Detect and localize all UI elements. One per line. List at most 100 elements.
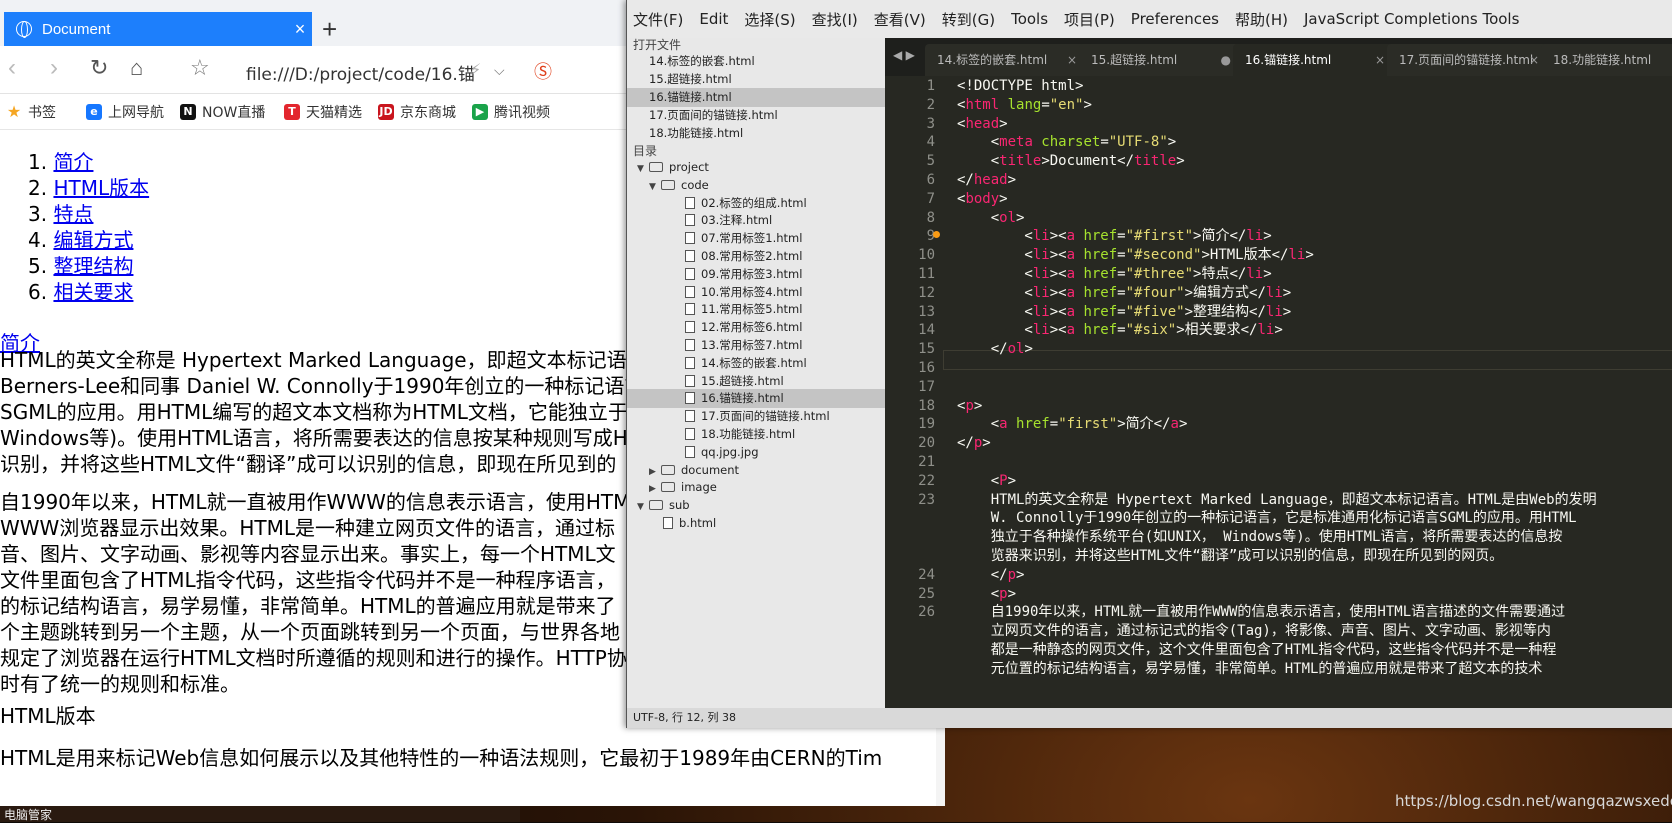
editor-tab[interactable]: 14.标签的嵌套.html × xyxy=(925,44,1087,76)
home-icon[interactable]: ⌂ xyxy=(130,55,143,81)
code-token: > xyxy=(982,435,991,452)
code-line: <meta charset="UTF-8"> xyxy=(957,132,1177,152)
close-tab-icon[interactable]: × xyxy=(1529,44,1539,76)
search-engine-icon[interactable]: Ⓢ xyxy=(534,58,552,84)
tree-item[interactable]: 08.常用标签2.html xyxy=(627,247,885,266)
tree-item[interactable]: ▼ sub xyxy=(627,496,885,515)
open-file-item[interactable]: 16.锚链接.html xyxy=(627,88,885,107)
folder-icon xyxy=(649,500,663,511)
menu-item[interactable]: 帮助(H) xyxy=(1235,9,1288,30)
editor-tab[interactable]: 15.超链接.html ● xyxy=(1079,44,1241,76)
code-token: charset xyxy=(1032,134,1101,151)
bookmark-icon: ★ xyxy=(6,102,22,121)
code-line: <li><a href="#five">整理结构</li> xyxy=(957,302,1291,322)
tree-item[interactable]: 09.常用标签3.html xyxy=(627,265,885,284)
menu-item[interactable]: Preferences xyxy=(1131,10,1219,28)
menu-item[interactable]: 查找(I) xyxy=(812,9,858,30)
code-token: 自1990年以来，HTML就一直被用作WWW的信息表示语言，使用HTML语言描述… xyxy=(957,604,1566,621)
toc-link[interactable]: 相关要求 xyxy=(53,280,133,304)
open-file-item[interactable]: 14.标签的嵌套.html xyxy=(627,52,885,71)
tree-item[interactable]: 07.常用标签1.html xyxy=(627,229,885,248)
tree-label: 14.标签的嵌套.html xyxy=(701,355,807,370)
bookmark-5[interactable]: ▶ 腾讯视频 xyxy=(472,102,550,122)
toc-item: 6. 相关要求 xyxy=(28,280,134,304)
editor-tab[interactable]: 16.锚链接.html × xyxy=(1233,44,1395,76)
code-token: = xyxy=(1117,303,1126,320)
tree-item[interactable]: qq.jpg.jpg xyxy=(627,443,885,462)
toc-link[interactable]: HTML版本 xyxy=(53,176,149,200)
tree-item[interactable]: 17.页面间的锚链接.html xyxy=(627,407,885,426)
menu-item[interactable]: 查看(V) xyxy=(874,9,926,30)
tree-item[interactable]: ▼ code xyxy=(627,176,885,195)
tree-label: code xyxy=(681,177,709,192)
tree-item[interactable]: ▶ image xyxy=(627,478,885,497)
menu-item[interactable]: 选择(S) xyxy=(744,9,795,30)
menu-item[interactable]: 转到(G) xyxy=(942,9,995,30)
code-token: "#five" xyxy=(1125,303,1185,320)
menu-item[interactable]: 文件(F) xyxy=(633,9,683,30)
tree-item[interactable]: ▼ project xyxy=(627,158,885,177)
lightning-icon[interactable]: ⚡ xyxy=(470,60,481,80)
menu-item[interactable]: JavaScript Completions Tools xyxy=(1304,10,1519,28)
menu-item[interactable]: Edit xyxy=(699,10,728,28)
tab-nav-arrows-icon[interactable]: ◀ ▶ xyxy=(893,48,915,62)
editor-tab-label: 17.页面间的锚链接.html xyxy=(1399,53,1534,67)
new-tab-button[interactable]: + xyxy=(322,14,337,45)
menu-item[interactable]: 项目(P) xyxy=(1064,9,1115,30)
bookmark-3[interactable]: T 天猫精选 xyxy=(284,102,362,122)
toc-link[interactable]: 编辑方式 xyxy=(53,228,133,252)
open-file-item[interactable]: 17.页面间的锚链接.html xyxy=(627,106,885,125)
tree-item[interactable]: 10.常用标签4.html xyxy=(627,283,885,302)
code-token: = xyxy=(1041,96,1050,113)
tree-item[interactable]: 12.常用标签6.html xyxy=(627,318,885,337)
tree-item[interactable]: 11.常用标签5.html xyxy=(627,300,885,319)
editor-tab[interactable]: 18.功能链接.html× xyxy=(1541,44,1672,76)
bookmark-0[interactable]: ★ 书签 xyxy=(6,102,56,122)
tree-item[interactable]: 15.超链接.html xyxy=(627,372,885,391)
code-token: href xyxy=(1075,247,1118,264)
bookmark-4[interactable]: JD 京东商城 xyxy=(378,102,456,122)
back-icon[interactable]: ‹ xyxy=(8,54,16,82)
open-file-item[interactable]: 15.超链接.html xyxy=(627,70,885,89)
code-token: = xyxy=(1117,266,1126,282)
reload-icon[interactable]: ↻ xyxy=(90,55,108,81)
dropdown-icon[interactable]: ⌵ xyxy=(494,62,505,79)
code-line: W. Connolly于1990年创立的一种标记语言，它是标准通用化标记语言SG… xyxy=(957,508,1577,528)
toc-list: 1. 简介 2. HTML版本 3. 特点 4. 编辑方式 5. 整理结构 6. 相关要求 xyxy=(28,149,149,305)
close-tab-icon[interactable]: × xyxy=(1067,44,1077,76)
browser-tab-document[interactable]: Document × xyxy=(4,12,312,46)
address-bar[interactable]: file:///D:/project/code/16.锚 xyxy=(246,60,475,85)
code-token: a xyxy=(1066,228,1076,245)
code-line: 元位置的标记结构语言，易学易懂，非常简单。HTML的普遍应用就是带来了超文本的技… xyxy=(957,659,1543,679)
toc-link[interactable]: 特点 xyxy=(53,202,93,226)
tree-item[interactable]: 03.注释.html xyxy=(627,211,885,230)
code-token: a xyxy=(1066,247,1076,264)
tree-item[interactable]: 16.锚链接.html xyxy=(627,389,885,409)
tree-item[interactable]: 18.功能链接.html xyxy=(627,425,885,444)
code-token: = xyxy=(1117,247,1126,264)
tree-item[interactable]: 13.常用标签7.html xyxy=(627,336,885,355)
code-token: li xyxy=(1032,228,1050,245)
menu-item[interactable]: Tools xyxy=(1011,10,1048,28)
tree-item[interactable]: 14.标签的嵌套.html xyxy=(627,354,885,373)
toc-link[interactable]: 简介 xyxy=(53,150,93,174)
bookmark-1[interactable]: e 上网导航 xyxy=(86,102,164,122)
tree-item[interactable]: b.html xyxy=(627,514,885,533)
code-token: title xyxy=(999,153,1042,170)
code-token: >< xyxy=(1049,284,1067,301)
unsaved-dot-icon[interactable]: ● xyxy=(1221,44,1231,76)
close-tab-icon[interactable]: × xyxy=(1375,44,1385,76)
code-area[interactable]: <!DOCTYPE html> <html lang="en"> <head> <m… xyxy=(943,76,1672,708)
tree-item[interactable]: ▶ document xyxy=(627,461,885,480)
line-number: 18 xyxy=(918,397,935,414)
toc-link[interactable]: 整理结构 xyxy=(53,254,133,278)
code-token: >相关要求</ xyxy=(1176,322,1258,339)
star-icon[interactable]: ☆ xyxy=(190,55,210,81)
editor-tab[interactable]: 17.页面间的锚链接.html × xyxy=(1387,44,1549,76)
tree-label: project xyxy=(669,160,709,174)
bookmark-2[interactable]: N NOW直播 xyxy=(180,102,265,122)
open-file-item[interactable]: 18.功能链接.html xyxy=(627,124,885,143)
close-tab-icon[interactable]: × xyxy=(288,19,312,40)
forward-icon[interactable]: › xyxy=(50,54,58,82)
tree-item[interactable]: 02.标签的组成.html xyxy=(627,194,885,213)
